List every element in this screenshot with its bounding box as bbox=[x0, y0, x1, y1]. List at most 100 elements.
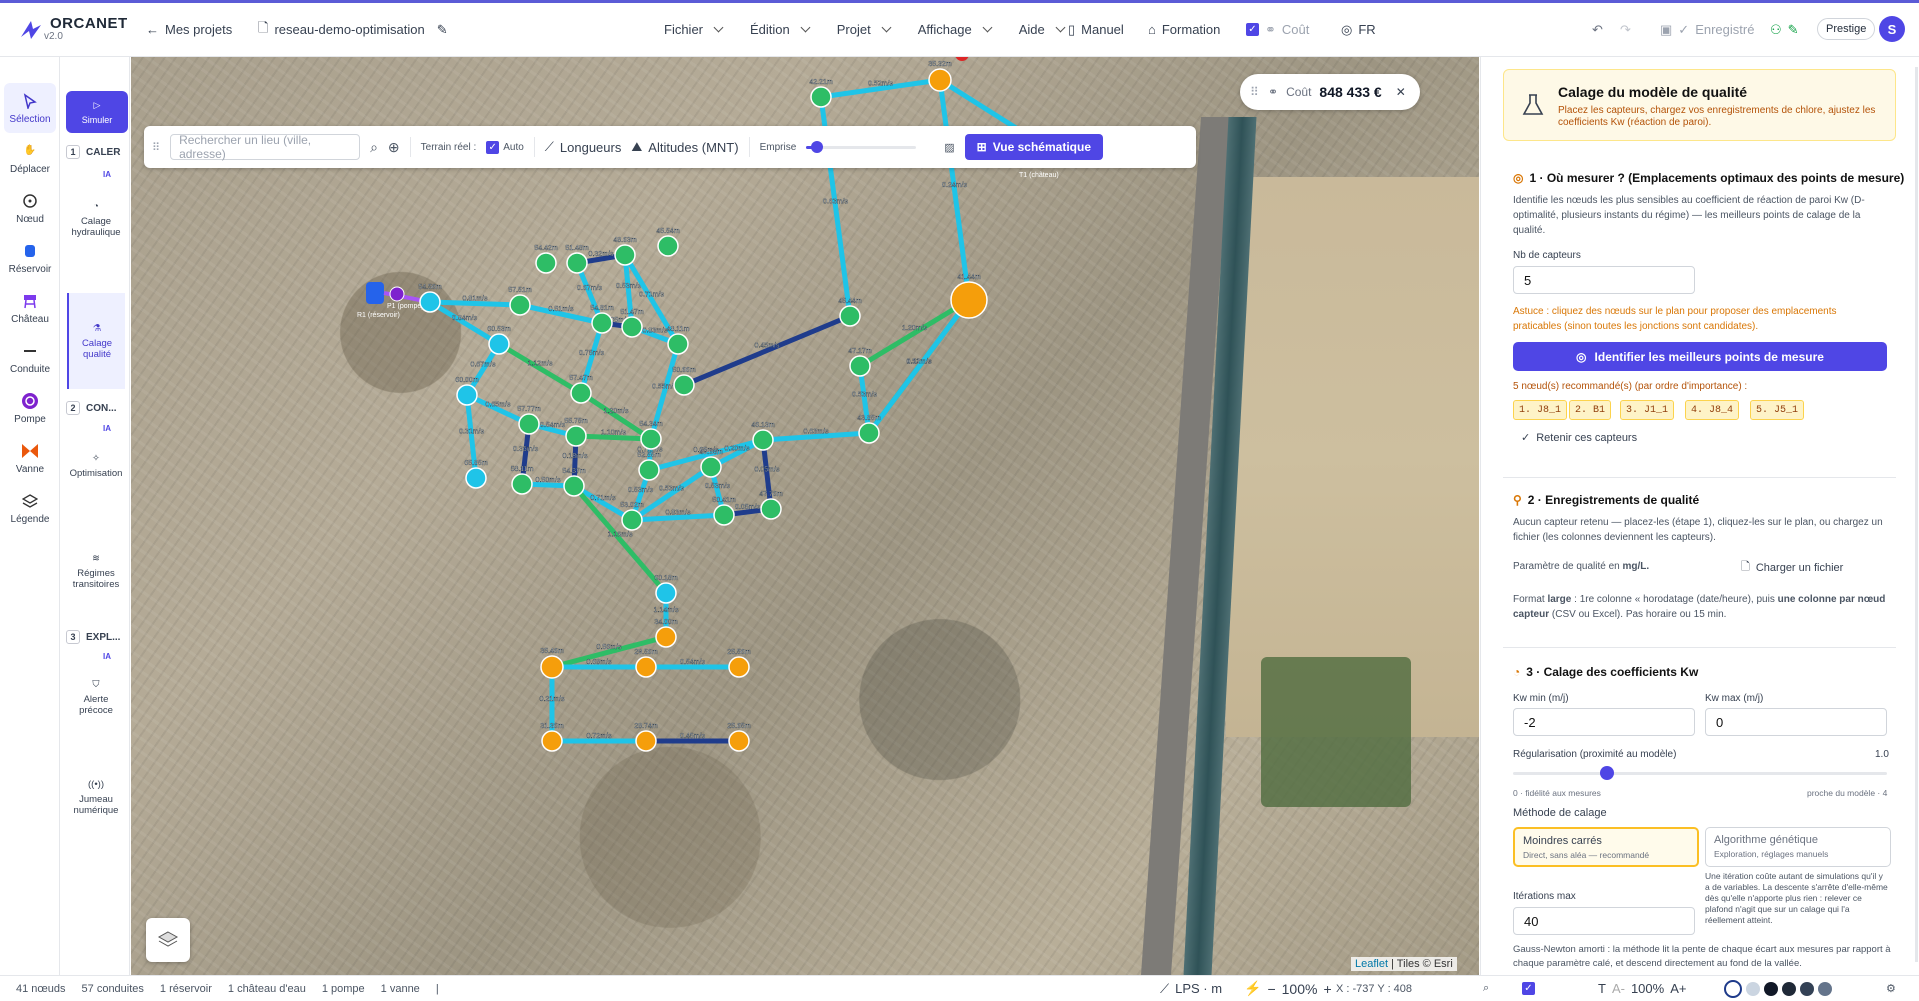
recommended-chip[interactable]: 2. B1 bbox=[1569, 400, 1612, 420]
tool-pipe[interactable]: Conduite bbox=[4, 333, 56, 383]
pump-icon[interactable] bbox=[389, 286, 405, 302]
recommended-chip[interactable]: 4. J8_4 bbox=[1685, 400, 1740, 420]
tool-legend[interactable]: Légende bbox=[4, 483, 56, 533]
junction-node[interactable] bbox=[655, 582, 677, 604]
checkbox-icon[interactable]: ✓ bbox=[1246, 23, 1259, 36]
swatch[interactable] bbox=[1764, 981, 1778, 996]
junction-node[interactable] bbox=[950, 281, 988, 319]
image-icon[interactable]: ▨ bbox=[944, 141, 954, 154]
pipe[interactable] bbox=[578, 322, 605, 394]
lengths-toggle[interactable]: ⟋ Longueurs bbox=[545, 139, 622, 155]
step-caler[interactable]: 1 CALER bbox=[66, 145, 120, 159]
language-button[interactable]: ◎ FR bbox=[1341, 22, 1376, 38]
menu-affichage[interactable]: Affichage bbox=[918, 22, 991, 37]
drag-handle-icon[interactable]: ⠿ bbox=[152, 141, 160, 154]
pipe[interactable] bbox=[683, 313, 851, 388]
drag-handle-icon[interactable]: ⠿ bbox=[1250, 85, 1259, 99]
swatch[interactable] bbox=[1818, 981, 1832, 996]
menu-edition[interactable]: Édition bbox=[750, 22, 809, 37]
labels-toggle[interactable]: ✓ bbox=[1522, 982, 1535, 995]
junction-node[interactable] bbox=[565, 425, 587, 447]
junction-node[interactable] bbox=[621, 509, 643, 531]
tool-reservoir[interactable]: Réservoir bbox=[4, 233, 56, 283]
tool-node[interactable]: Nœud bbox=[4, 183, 56, 233]
junction-node[interactable] bbox=[419, 291, 441, 313]
recommended-chip[interactable]: 5. J5_1 bbox=[1750, 400, 1805, 420]
pipe[interactable] bbox=[497, 341, 583, 396]
menu-fichier[interactable]: Fichier bbox=[664, 22, 722, 37]
junction-node[interactable] bbox=[810, 86, 832, 108]
junction-node[interactable] bbox=[752, 429, 774, 451]
simulate-button[interactable]: ▷ Simuler bbox=[66, 91, 128, 133]
wf-early-warning[interactable]: ⛉ Alerte précoce bbox=[67, 679, 125, 716]
zoom-out-button[interactable]: − bbox=[1267, 981, 1275, 997]
tool-valve[interactable]: Vanne bbox=[4, 433, 56, 483]
reservoir-icon[interactable] bbox=[366, 282, 384, 304]
junction-node[interactable] bbox=[541, 730, 563, 752]
junction-node[interactable] bbox=[728, 730, 750, 752]
load-file-button[interactable]: 🗋 Charger un fichier bbox=[1741, 558, 1843, 577]
junction-node[interactable] bbox=[638, 459, 660, 481]
plan-badge[interactable]: Prestige bbox=[1817, 18, 1876, 40]
kw-min-input[interactable]: -2 bbox=[1513, 708, 1695, 736]
tool-pump[interactable]: Pompe bbox=[4, 383, 56, 433]
place-search-input[interactable]: Rechercher un lieu (ville, adresse) bbox=[170, 133, 361, 161]
leaflet-link[interactable]: Leaflet bbox=[1355, 958, 1388, 970]
recommended-chip[interactable]: 3. J1_1 bbox=[1620, 400, 1675, 420]
junction-node[interactable] bbox=[465, 467, 487, 489]
junction-node[interactable] bbox=[635, 730, 657, 752]
back-to-projects-link[interactable]: ← Mes projets bbox=[146, 22, 232, 37]
redo-button[interactable]: ↷ bbox=[1620, 22, 1631, 38]
text-size-icon[interactable]: T bbox=[1598, 981, 1606, 996]
slider-knob[interactable] bbox=[1599, 766, 1614, 780]
junction-node[interactable] bbox=[635, 656, 657, 678]
junction-node[interactable] bbox=[563, 475, 585, 497]
emprise-slider[interactable] bbox=[806, 140, 917, 153]
junction-node[interactable] bbox=[655, 626, 677, 648]
settings-icon[interactable]: ⚙ bbox=[1886, 982, 1896, 995]
junction-node[interactable] bbox=[591, 312, 613, 334]
wf-hydraulic-calibration[interactable]: ◔ Calage hydraulique bbox=[67, 201, 125, 238]
junction-node[interactable] bbox=[928, 68, 952, 92]
junction-node[interactable] bbox=[673, 374, 695, 396]
app-logo[interactable]: ORCANET v2.0 bbox=[18, 16, 138, 43]
collaborators-button[interactable]: ⚇ ✎ bbox=[1770, 22, 1799, 38]
map-canvas[interactable]: 0.84m/s 0.67m/s 1.12m/s 0.31m/s 0.65m/s 0.54m… bbox=[131, 57, 1479, 975]
junction-node[interactable] bbox=[667, 333, 689, 355]
junction-node[interactable] bbox=[858, 422, 880, 444]
keep-sensors-button[interactable]: ✓ Retenir ces capteurs bbox=[1521, 431, 1637, 445]
crosshair-icon[interactable]: ⊕ bbox=[388, 139, 400, 156]
tool-selection[interactable]: Sélection bbox=[4, 83, 56, 133]
snap-icon[interactable]: ⚡ bbox=[1244, 980, 1261, 997]
zoom-in-button[interactable]: + bbox=[1323, 981, 1331, 997]
identify-points-button[interactable]: ◎ Identifier les meilleurs points de mesu… bbox=[1513, 342, 1887, 371]
tool-water-tower[interactable]: Château bbox=[4, 283, 56, 333]
junction-node[interactable] bbox=[839, 305, 861, 327]
junction-node[interactable] bbox=[760, 498, 782, 520]
junction-node[interactable] bbox=[488, 333, 510, 355]
junction-node[interactable] bbox=[614, 244, 636, 266]
close-icon[interactable]: ✕ bbox=[1396, 85, 1406, 99]
search-icon[interactable]: ⌕ bbox=[370, 139, 378, 156]
project-name[interactable]: 🗋 reseau-demo-optimisation ✎ bbox=[258, 19, 448, 41]
font-larger-button[interactable]: A+ bbox=[1670, 981, 1686, 996]
pipe[interactable] bbox=[867, 298, 971, 435]
slider-knob[interactable] bbox=[811, 140, 824, 153]
menu-projet[interactable]: Projet bbox=[837, 22, 890, 37]
junction-node[interactable] bbox=[657, 235, 679, 257]
junction-node[interactable] bbox=[700, 456, 722, 478]
step-expl[interactable]: 3 EXPL... bbox=[66, 630, 120, 644]
junction-node[interactable] bbox=[518, 413, 540, 435]
pencil-icon[interactable]: ✎ bbox=[437, 22, 448, 38]
pipe[interactable] bbox=[428, 299, 501, 347]
units-display[interactable]: ⟋ LPS · m bbox=[1160, 981, 1222, 997]
method-genetic[interactable]: Algorithme génétique Exploration, réglage… bbox=[1705, 827, 1891, 867]
font-smaller-button[interactable]: A- bbox=[1612, 981, 1625, 996]
junction-node[interactable] bbox=[535, 252, 557, 274]
auto-checkbox[interactable]: ✓ bbox=[486, 140, 500, 154]
search-icon[interactable]: ⌕ bbox=[1483, 982, 1489, 995]
cost-toggle[interactable]: ✓ ⚭ Coût bbox=[1246, 22, 1309, 38]
junction-node[interactable] bbox=[640, 428, 662, 450]
swatch[interactable] bbox=[1800, 981, 1814, 996]
junction-node[interactable] bbox=[456, 384, 478, 406]
